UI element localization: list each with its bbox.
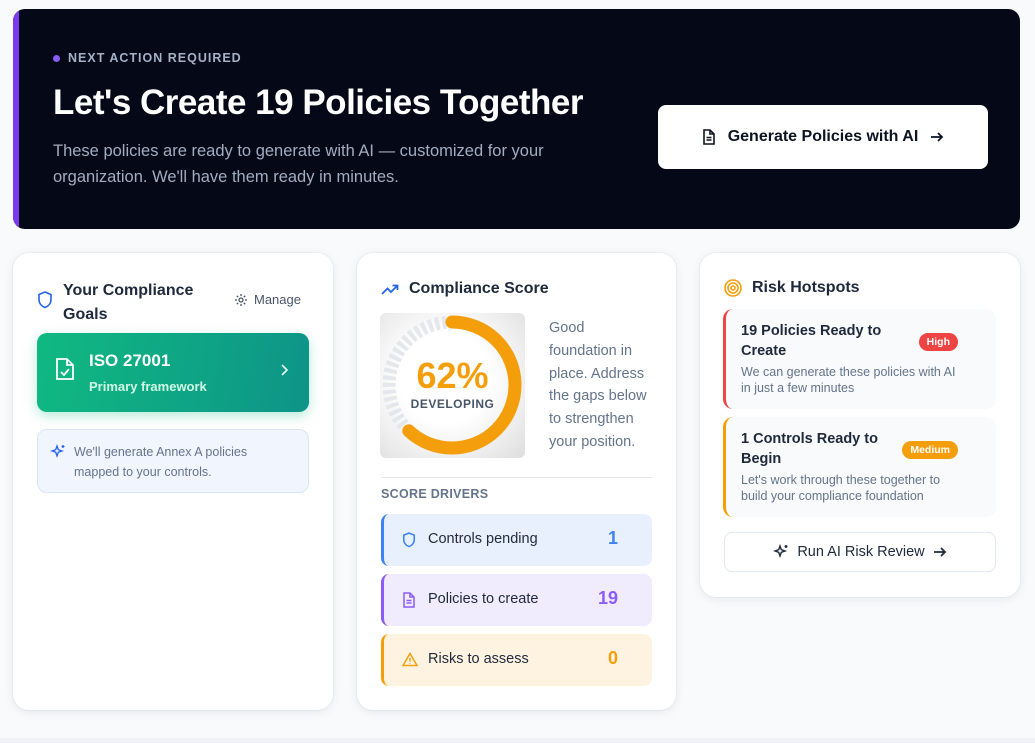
manage-label: Manage [254, 292, 301, 307]
gear-icon [235, 293, 247, 306]
eyebrow-text: NEXT ACTION REQUIRED [68, 51, 242, 65]
banner-eyebrow: NEXT ACTION REQUIRED [53, 51, 242, 65]
document-check-icon [56, 358, 74, 380]
score-level: DEVELOPING [410, 397, 495, 411]
arrow-right-icon [933, 547, 946, 557]
compliance-goals-card: Your Compliance Goals Manage ISO 27001 P… [13, 253, 333, 710]
run-ai-risk-review-button[interactable]: Run AI Risk Review [724, 532, 996, 572]
target-icon [724, 279, 742, 297]
risk-hotspot-item[interactable]: 1 Controls Ready to Begin Medium Let's w… [723, 417, 996, 517]
warning-icon [402, 652, 418, 667]
goals-header: Your Compliance Goals [37, 279, 207, 327]
score-header: Compliance Score [381, 280, 549, 298]
trending-up-icon [381, 284, 399, 295]
banner-accent-bar [13, 9, 19, 229]
manage-goals-button[interactable]: Manage [234, 292, 301, 307]
driver-count: 0 [607, 648, 618, 668]
score-value: 62% [416, 355, 489, 396]
generate-policies-button[interactable]: Generate Policies with AI [658, 105, 988, 169]
score-title: Compliance Score [409, 280, 549, 297]
status-dot-icon [53, 54, 60, 62]
framework-name: ISO 27001 [89, 351, 171, 370]
driver-risks-to-assess[interactable]: Risks to assess 0 [381, 634, 652, 686]
risk-header: Risk Hotspots [724, 279, 860, 297]
hotspot-title: 1 Controls Ready to Begin [741, 431, 878, 467]
risk-title: Risk Hotspots [752, 279, 860, 296]
banner-title: Let's Create 19 Policies Together [53, 83, 583, 122]
driver-policies-to-create[interactable]: Policies to create 19 [381, 574, 652, 626]
driver-label: Risks to assess [428, 651, 529, 667]
score-gauge: 62% DEVELOPING [380, 313, 525, 458]
severity-badge: Medium [902, 441, 958, 459]
ai-note: We'll generate Annex A policies mapped t… [37, 429, 309, 493]
document-icon [702, 129, 715, 145]
goals-title: Your Compliance Goals [63, 282, 194, 323]
framework-subtitle: Primary framework [89, 379, 207, 394]
driver-controls-pending[interactable]: Controls pending 1 [381, 514, 652, 566]
score-description: Good foundation in place. Address the ga… [549, 320, 647, 450]
risk-hotspots-card: Risk Hotspots 19 Policies Ready to Creat… [700, 253, 1020, 597]
ai-note-text: We'll generate Annex A policies mapped t… [74, 445, 248, 479]
driver-label: Policies to create [428, 591, 539, 607]
hotspot-description: We can generate these policies with AI i… [741, 365, 956, 395]
hotspot-title: 19 Policies Ready to Create [741, 323, 882, 359]
shield-icon [38, 291, 52, 309]
sparkles-icon [50, 444, 65, 458]
hotspot-description: Let's work through these together to bui… [741, 473, 941, 503]
driver-count: 1 [607, 528, 618, 548]
severity-badge: High [918, 333, 958, 351]
run-ai-risk-review-label: Run AI Risk Review [797, 544, 925, 560]
framework-card[interactable]: ISO 27001 Primary framework [37, 333, 309, 412]
document-icon [403, 592, 415, 608]
risk-hotspot-item[interactable]: 19 Policies Ready to Create High We can … [723, 309, 996, 409]
sparkles-icon [773, 544, 788, 559]
arrow-right-icon [931, 132, 944, 142]
shield-icon [402, 532, 416, 548]
score-divider [381, 477, 652, 478]
score-drivers-title: SCORE DRIVERS [381, 487, 489, 501]
driver-count: 19 [597, 588, 618, 608]
banner-subtitle: These policies are ready to generate wit… [53, 142, 544, 186]
generate-policies-label: Generate Policies with AI [727, 128, 919, 145]
driver-label: Controls pending [428, 531, 538, 547]
compliance-score-card: Compliance Score 62% DEVELOPING Good fou… [357, 253, 676, 710]
chevron-right-icon [281, 364, 289, 376]
next-action-banner: NEXT ACTION REQUIRED Let's Create 19 Pol… [13, 9, 1020, 229]
next-row-edge [0, 738, 1035, 743]
